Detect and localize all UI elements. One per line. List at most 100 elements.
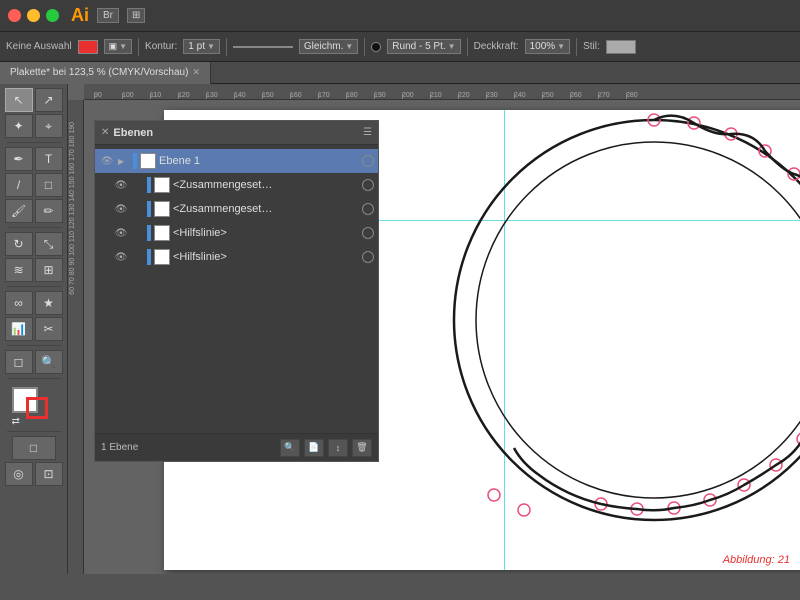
br-icon[interactable]: Br bbox=[97, 8, 119, 23]
select-tool[interactable]: ↖ bbox=[5, 88, 33, 112]
paintbrush-tool[interactable]: 🖌 bbox=[5, 199, 33, 223]
layer-name-h1: <Hilfslinie> bbox=[173, 227, 359, 239]
layer-row-zusammen2[interactable]: 👁 <Zusammengeset… bbox=[95, 197, 378, 221]
toolbar-sep-3 bbox=[364, 38, 365, 56]
layer-target-h1[interactable] bbox=[362, 227, 374, 239]
layer-thumb-z1 bbox=[154, 177, 170, 193]
ruler-tick bbox=[374, 93, 375, 99]
column-graph-tool[interactable]: 📊 bbox=[5, 317, 33, 341]
keine-auswahl-label: Keine Auswahl bbox=[6, 41, 72, 52]
close-button[interactable] bbox=[8, 9, 21, 22]
rund-box[interactable]: Rund - 5 Pt. ▼ bbox=[387, 39, 460, 54]
layer-color-bar-z1 bbox=[147, 177, 151, 193]
layer-triangle[interactable]: ▶ bbox=[118, 157, 130, 166]
layer-thumb-h1 bbox=[154, 225, 170, 241]
layer-thumb-h2 bbox=[154, 249, 170, 265]
ruler-tick bbox=[290, 93, 291, 99]
layers-count-label: 1 Ebene bbox=[101, 442, 276, 453]
doc-tab-close-icon[interactable]: ✕ bbox=[192, 67, 200, 78]
shape-tool[interactable]: □ bbox=[35, 173, 63, 197]
deckkraft-box[interactable]: 100% ▼ bbox=[525, 39, 571, 54]
layer-row-hilfs2[interactable]: 👁 <Hilfslinie> bbox=[95, 245, 378, 269]
ruler-mark: 270 bbox=[598, 92, 610, 99]
pencil-tool[interactable]: ✏ bbox=[35, 199, 63, 223]
view-mode[interactable]: ⊡ bbox=[35, 462, 63, 486]
stil-box[interactable] bbox=[606, 40, 636, 54]
layer-target-z2[interactable] bbox=[362, 203, 374, 215]
free-transform-tool[interactable]: ⊞ bbox=[35, 258, 63, 282]
scale-tool[interactable]: ⤡ bbox=[35, 232, 63, 256]
swap-colors-icon[interactable]: ⇄ bbox=[12, 416, 20, 427]
ruler-mark: 260 bbox=[570, 92, 582, 99]
ruler-mark: 250 bbox=[542, 92, 554, 99]
ruler-tick bbox=[570, 93, 571, 99]
gleichm-box[interactable]: Gleichm. ▼ bbox=[299, 39, 358, 54]
fill-box[interactable]: ▣ ▼ bbox=[104, 39, 132, 54]
layer-thumb-z2 bbox=[154, 201, 170, 217]
doc-tab-item[interactable]: Plakette* bei 123,5 % (CMYK/Vorschau) ✕ bbox=[0, 62, 211, 84]
layer-vis-z1[interactable]: 👁 bbox=[113, 177, 129, 193]
normal-mode[interactable]: □ bbox=[12, 436, 56, 460]
maximize-button[interactable] bbox=[46, 9, 59, 22]
magic-wand-tool[interactable]: ✦ bbox=[5, 114, 33, 138]
ruler-mark: 230 bbox=[486, 92, 498, 99]
kontur-value-box[interactable]: 1 pt ▼ bbox=[183, 39, 220, 54]
kontur-label: Kontur: bbox=[145, 41, 177, 52]
pen-tool[interactable]: ✒ bbox=[5, 147, 33, 171]
layers-move-btn[interactable]: ↕ bbox=[328, 439, 348, 457]
ruler-tick bbox=[458, 93, 459, 99]
layer-row-hilfs1[interactable]: 👁 <Hilfslinie> bbox=[95, 221, 378, 245]
layer-target-h2[interactable] bbox=[362, 251, 374, 263]
direct-select-tool[interactable]: ↗ bbox=[35, 88, 63, 112]
layers-panel: ✕ Ebenen ☰ 👁 ▶ Ebene 1 bbox=[94, 120, 379, 462]
layers-new-layer-btn[interactable]: 📄 bbox=[304, 439, 324, 457]
layer-target[interactable] bbox=[362, 155, 374, 167]
panel-close-icon[interactable]: ✕ bbox=[101, 127, 109, 138]
stroke-color-swatch[interactable] bbox=[26, 397, 48, 419]
warp-tool[interactable]: ≋ bbox=[5, 258, 33, 282]
eraser-tool[interactable]: ◻ bbox=[5, 350, 33, 374]
draw-inside[interactable]: ◎ bbox=[5, 462, 33, 486]
ruler-tick bbox=[626, 93, 627, 99]
canvas-content[interactable]: ✕ Ebenen ☰ 👁 ▶ Ebene 1 bbox=[84, 100, 800, 574]
ruler-mark: 100 bbox=[122, 92, 134, 99]
toolbar: Keine Auswahl ▣ ▼ Kontur: 1 pt ▼ Gleichm… bbox=[0, 32, 800, 62]
layers-delete-btn[interactable]: 🗑 bbox=[352, 439, 372, 457]
ruler-tick bbox=[486, 93, 487, 99]
deckkraft-label: Deckkraft: bbox=[474, 41, 519, 52]
ruler-left-marks: 60 70 80 90 100 110 120 130 140 150 160 … bbox=[69, 122, 76, 295]
layer-color-bar-h1 bbox=[147, 225, 151, 241]
layers-search-btn[interactable]: 🔍 bbox=[280, 439, 300, 457]
stroke-line bbox=[233, 46, 293, 48]
ruler-mark: 120 bbox=[178, 92, 190, 99]
panel-menu-icon[interactable]: ☰ bbox=[363, 127, 372, 138]
lasso-tool[interactable]: ⌖ bbox=[35, 114, 63, 138]
slice-tool[interactable]: ✂ bbox=[35, 317, 63, 341]
zoom-tool[interactable]: 🔍 bbox=[35, 350, 63, 374]
layer-row-ebene1[interactable]: 👁 ▶ Ebene 1 bbox=[95, 149, 378, 173]
ruler-mark: 170 bbox=[318, 92, 330, 99]
layer-vis-h2[interactable]: 👁 bbox=[113, 249, 129, 265]
rotate-tool[interactable]: ↻ bbox=[5, 232, 33, 256]
layer-row-zusammen1[interactable]: 👁 <Zusammengeset… bbox=[95, 173, 378, 197]
type-tool[interactable]: T bbox=[35, 147, 63, 171]
layer-target-z1[interactable] bbox=[362, 179, 374, 191]
toolbar-sep-5 bbox=[576, 38, 577, 56]
symbol-tool[interactable]: ★ bbox=[35, 291, 63, 315]
blend-tool[interactable]: ∞ bbox=[5, 291, 33, 315]
layer-vis-h1[interactable]: 👁 bbox=[113, 225, 129, 241]
layer-color-bar bbox=[133, 153, 137, 169]
layers-footer: 1 Ebene 🔍 📄 ↕ 🗑 bbox=[95, 433, 378, 461]
ruler-top: 90 100 110 120 130 140 150 160 170 180 bbox=[84, 84, 800, 100]
layer-vis-z2[interactable]: 👁 bbox=[113, 201, 129, 217]
layer-vis-ebene1[interactable]: 👁 bbox=[99, 153, 115, 169]
line-tool[interactable]: / bbox=[5, 173, 33, 197]
canvas-area: 90 100 110 120 130 140 150 160 170 180 bbox=[68, 84, 800, 574]
ruler-mark: 210 bbox=[430, 92, 442, 99]
fill-swatch[interactable] bbox=[78, 40, 98, 54]
ruler-tick bbox=[262, 93, 263, 99]
minimize-button[interactable] bbox=[27, 9, 40, 22]
round-dot bbox=[371, 42, 381, 52]
eye-icon-h2: 👁 bbox=[115, 252, 128, 263]
layout-icon[interactable]: ⊞ bbox=[127, 8, 145, 23]
